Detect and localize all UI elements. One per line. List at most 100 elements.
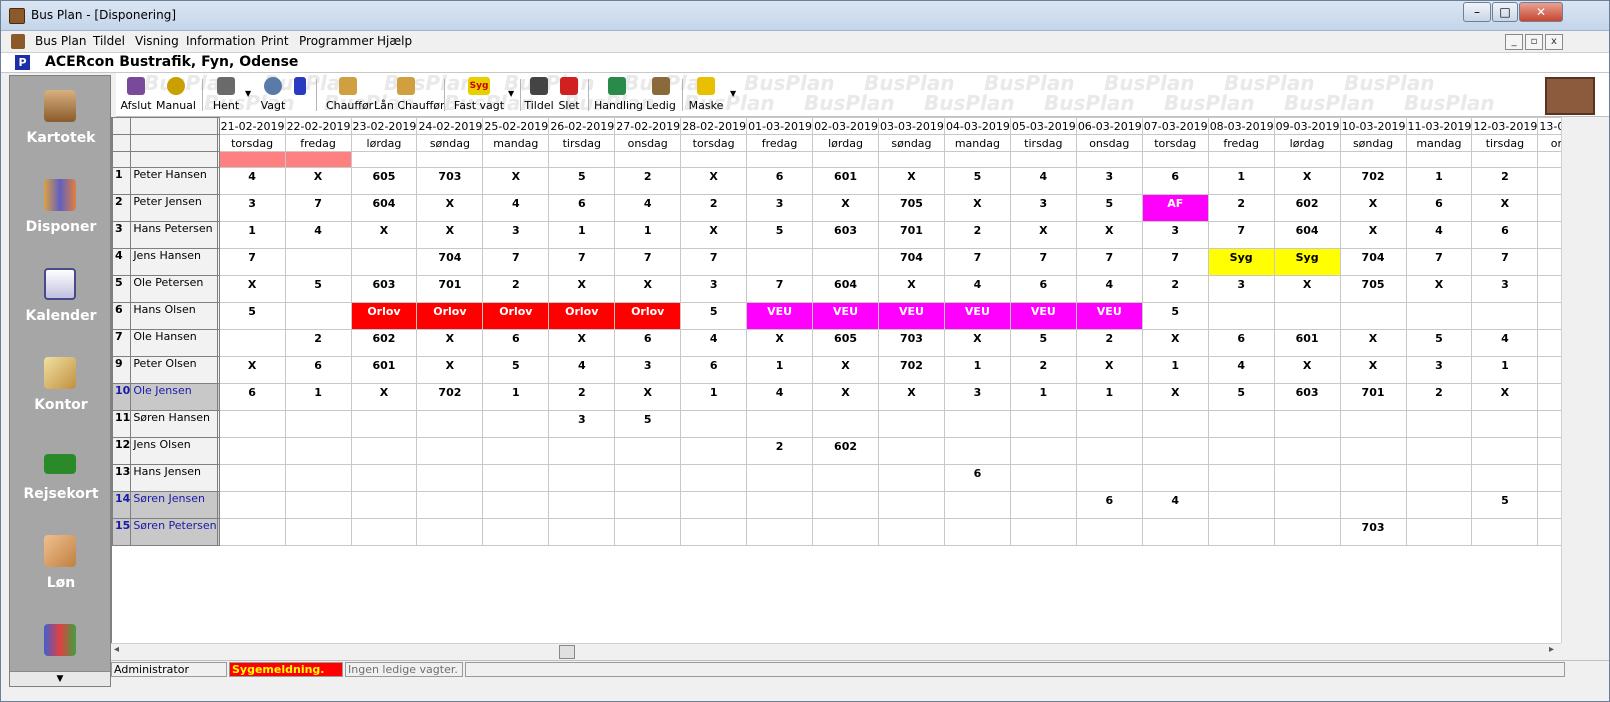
shift-cell[interactable] — [218, 464, 286, 492]
shift-cell[interactable]: 702 — [878, 356, 945, 384]
shift-cell[interactable]: 704 — [878, 248, 945, 276]
shift-cell[interactable]: 4 — [284, 221, 352, 249]
shift-cell[interactable]: X — [218, 275, 286, 303]
shift-cell[interactable] — [1405, 464, 1473, 492]
shift-cell[interactable]: 2 — [1537, 464, 1561, 492]
shift-cell[interactable]: X — [812, 356, 879, 384]
shift-cell[interactable] — [416, 491, 484, 519]
shift-cell[interactable]: 5 — [1537, 275, 1561, 303]
shift-cell[interactable] — [943, 518, 1011, 546]
shift-cell[interactable]: 703 — [1339, 518, 1407, 546]
shift-cell[interactable] — [1339, 491, 1407, 519]
shift-cell[interactable]: VEU — [1075, 302, 1143, 330]
shift-cell[interactable]: 4 — [614, 194, 682, 222]
shift-cell[interactable]: 2 — [1207, 194, 1275, 222]
driver-number[interactable]: 14 — [112, 491, 132, 519]
shift-cell[interactable]: X — [746, 329, 814, 357]
shift-cell[interactable] — [614, 491, 682, 519]
shift-cell[interactable]: X — [680, 221, 748, 249]
shift-cell[interactable]: 605 — [350, 167, 418, 195]
ledig-button[interactable]: Ledig — [644, 75, 678, 115]
driver-number[interactable]: 6 — [112, 302, 132, 330]
driver-number[interactable]: 7 — [112, 329, 132, 357]
sidebar-item-kalender[interactable]: Kalender — [10, 256, 112, 336]
date-header[interactable]: 24-02-2019 — [416, 117, 484, 135]
shift-cell[interactable]: 2 — [284, 329, 352, 357]
vagt-button[interactable]: Vagt — [258, 75, 288, 115]
shift-cell[interactable] — [284, 302, 352, 330]
date-header[interactable]: 03-03-2019 — [878, 117, 945, 135]
shift-cell[interactable]: X — [416, 329, 484, 357]
hent-dropdown-arrow[interactable]: ▼ — [245, 89, 251, 98]
hent-button[interactable]: Hent — [208, 75, 244, 115]
shift-cell[interactable]: Orlov — [482, 302, 550, 330]
shift-cell[interactable]: 3 — [1009, 194, 1077, 222]
sidebar-item-kontor[interactable]: Kontor — [10, 345, 112, 425]
fast-vagt-dropdown-arrow[interactable]: ▼ — [508, 89, 514, 98]
shift-cell[interactable]: X — [350, 383, 418, 411]
shift-cell[interactable] — [614, 437, 682, 465]
shift-cell[interactable] — [943, 491, 1011, 519]
slet-button[interactable]: Slet — [556, 75, 582, 115]
driver-name[interactable]: Jens Hansen — [130, 248, 218, 276]
shift-cell[interactable]: X — [1471, 383, 1539, 411]
shift-cell[interactable]: X — [1075, 356, 1143, 384]
shift-cell[interactable]: 3 — [1537, 329, 1561, 357]
shift-cell[interactable]: Orlov — [614, 302, 682, 330]
shift-cell[interactable]: 601 — [812, 167, 879, 195]
shift-cell[interactable] — [350, 437, 418, 465]
shift-cell[interactable] — [1207, 302, 1275, 330]
driver-number[interactable]: 2 — [112, 194, 132, 222]
shift-cell[interactable] — [482, 437, 550, 465]
shift-cell[interactable] — [1009, 464, 1077, 492]
shift-cell[interactable]: X — [1537, 167, 1561, 195]
shift-cell[interactable]: X — [416, 356, 484, 384]
shift-cell[interactable]: X — [416, 194, 484, 222]
shift-cell[interactable]: 3 — [1075, 167, 1143, 195]
shift-cell[interactable] — [680, 464, 748, 492]
shift-cell[interactable]: 603 — [350, 275, 418, 303]
shift-cell[interactable] — [416, 464, 484, 492]
driver-name[interactable]: Ole Hansen — [130, 329, 218, 357]
shift-cell[interactable]: 603 — [812, 221, 879, 249]
shift-cell[interactable]: 7 — [1141, 248, 1209, 276]
shift-cell[interactable] — [680, 518, 748, 546]
shift-cell[interactable] — [614, 464, 682, 492]
shift-cell[interactable] — [1141, 410, 1209, 438]
date-header[interactable]: 27-02-2019 — [614, 117, 682, 135]
minimize-button[interactable]: – — [1463, 2, 1491, 22]
shift-cell[interactable] — [350, 464, 418, 492]
shift-cell[interactable] — [1537, 518, 1561, 546]
shift-cell[interactable]: 6 — [680, 356, 748, 384]
shift-cell[interactable]: 5 — [1009, 329, 1077, 357]
shift-cell[interactable] — [1273, 410, 1341, 438]
shift-cell[interactable] — [1009, 518, 1077, 546]
shift-cell[interactable] — [284, 491, 352, 519]
shift-cell[interactable]: 3 — [680, 275, 748, 303]
shift-cell[interactable] — [482, 464, 550, 492]
driver-name[interactable]: Søren Hansen — [130, 410, 218, 438]
menu-programmer[interactable]: Programmer — [299, 34, 374, 48]
shift-cell[interactable] — [1339, 302, 1407, 330]
shift-cell[interactable]: 3 — [218, 194, 286, 222]
driver-name[interactable]: Hans Jensen — [130, 464, 218, 492]
shift-cell[interactable]: 3 — [548, 410, 616, 438]
menu-bus-plan[interactable]: Bus Plan — [35, 34, 86, 48]
shift-cell[interactable] — [1207, 464, 1275, 492]
shift-cell[interactable] — [812, 491, 879, 519]
shift-cell[interactable]: 1 — [1471, 356, 1539, 384]
shift-cell[interactable] — [482, 518, 550, 546]
manual-button[interactable]: Manual — [156, 75, 196, 115]
shift-cell[interactable]: 7 — [1009, 248, 1077, 276]
shift-cell[interactable]: 2 — [614, 167, 682, 195]
shift-cell[interactable]: X — [878, 275, 945, 303]
shift-cell[interactable]: 7 — [680, 248, 748, 276]
menu-tildel[interactable]: Tildel — [93, 34, 125, 48]
driver-number[interactable]: 11 — [112, 410, 132, 438]
shift-cell[interactable] — [878, 491, 945, 519]
shift-cell[interactable]: X — [1339, 194, 1407, 222]
shift-cell[interactable]: VEU — [812, 302, 879, 330]
shift-cell[interactable]: 4 — [1405, 221, 1473, 249]
shift-cell[interactable]: 1 — [284, 383, 352, 411]
shift-cell[interactable]: 601 — [1273, 329, 1341, 357]
